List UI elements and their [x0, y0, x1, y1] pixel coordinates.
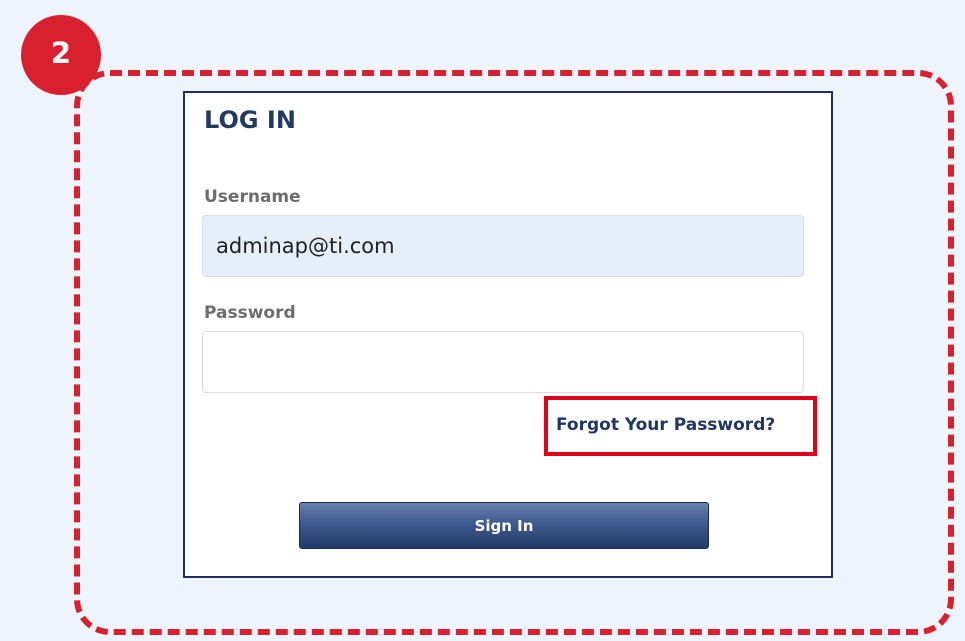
username-input[interactable] — [202, 215, 804, 277]
login-title: LOG IN — [204, 106, 296, 134]
password-input[interactable] — [202, 331, 804, 393]
forgot-password-link[interactable]: Forgot Your Password? — [556, 415, 775, 435]
username-label: Username — [204, 187, 301, 207]
step-number-badge: 2 — [21, 15, 101, 95]
login-panel: LOG IN Username Password Forgot Your Pas… — [183, 91, 833, 578]
password-label: Password — [204, 303, 296, 323]
sign-in-button[interactable]: Sign In — [299, 502, 709, 549]
